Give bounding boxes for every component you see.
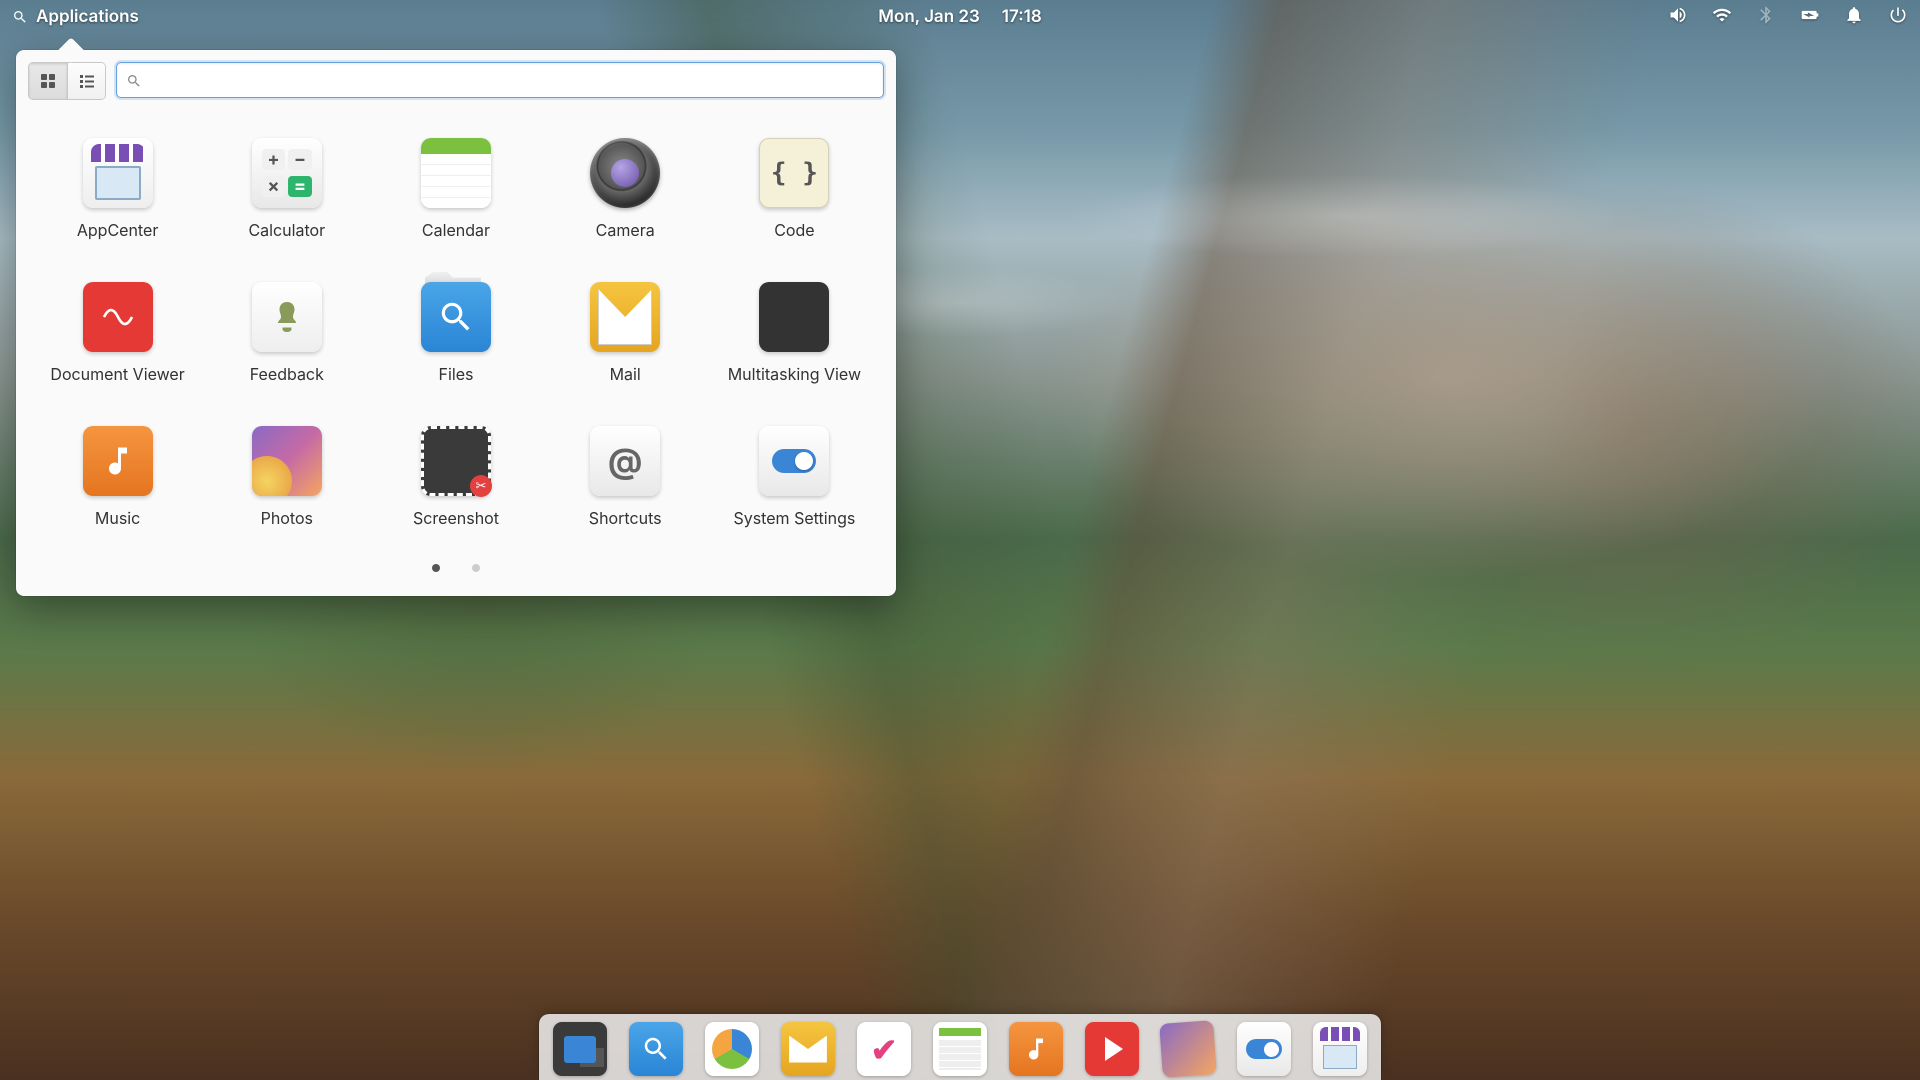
grid-view-button[interactable] [29,63,67,99]
music-icon [83,426,153,496]
dock-calendar[interactable] [933,1022,987,1076]
app-multitasking-view[interactable]: Multitasking View [715,276,874,390]
search-input[interactable] [116,62,884,98]
top-panel: Applications Mon, Jan 23 17:18 [0,0,1920,34]
page-dot-1[interactable] [432,564,440,572]
notifications-icon[interactable] [1844,5,1864,30]
dock-photos[interactable] [1159,1020,1217,1078]
calendar-icon [421,138,491,208]
app-camera[interactable]: Camera [546,132,705,246]
dock [539,1014,1381,1080]
app-document-viewer[interactable]: Document Viewer [38,276,197,390]
power-icon[interactable] [1888,5,1908,30]
app-code[interactable]: { } Code [715,132,874,246]
volume-icon[interactable] [1668,5,1688,30]
dock-videos[interactable] [1085,1022,1139,1076]
list-view-button[interactable] [67,63,105,99]
multitasking-icon [759,282,829,352]
app-system-settings[interactable]: System Settings [715,420,874,534]
app-calendar[interactable]: Calendar [376,132,535,246]
dock-tasks[interactable] [857,1022,911,1076]
page-dot-2[interactable] [472,564,480,572]
date-label: Mon, Jan 23 [878,7,980,27]
feedback-icon [252,282,322,352]
appcenter-icon [83,138,153,208]
wifi-icon[interactable] [1712,5,1732,30]
battery-icon[interactable] [1800,5,1820,30]
app-music[interactable]: Music [38,420,197,534]
app-calculator[interactable]: +−×= Calculator [207,132,366,246]
mail-icon [590,282,660,352]
search-icon [12,9,28,25]
code-icon: { } [759,138,829,208]
photos-icon [252,426,322,496]
app-appcenter[interactable]: AppCenter [38,132,197,246]
dock-appcenter[interactable] [1313,1022,1367,1076]
dock-music[interactable] [1009,1022,1063,1076]
app-files[interactable]: Files [376,276,535,390]
dock-settings[interactable] [1237,1022,1291,1076]
dock-mail[interactable] [781,1022,835,1076]
shortcuts-icon: @ [590,426,660,496]
view-mode-toggle [28,62,106,100]
files-icon [421,282,491,352]
clock[interactable]: Mon, Jan 23 17:18 [878,7,1041,27]
calculator-icon: +−×= [252,138,322,208]
app-photos[interactable]: Photos [207,420,366,534]
camera-icon [590,138,660,208]
app-mail[interactable]: Mail [546,276,705,390]
dock-web-browser[interactable] [705,1022,759,1076]
bluetooth-icon[interactable] [1756,5,1776,30]
applications-menu-button[interactable]: Applications [12,7,139,27]
time-label: 17:18 [1002,7,1042,27]
document-viewer-icon [83,282,153,352]
applications-menu: AppCenter +−×= Calculator Calendar Camer… [16,50,896,596]
settings-icon [759,426,829,496]
page-indicator [28,544,884,584]
app-screenshot[interactable]: Screenshot [376,420,535,534]
search-icon [126,73,142,89]
app-shortcuts[interactable]: @ Shortcuts [546,420,705,534]
app-feedback[interactable]: Feedback [207,276,366,390]
dock-files[interactable] [629,1022,683,1076]
dock-multitasking[interactable] [553,1022,607,1076]
screenshot-icon [421,426,491,496]
applications-label: Applications [36,7,139,27]
